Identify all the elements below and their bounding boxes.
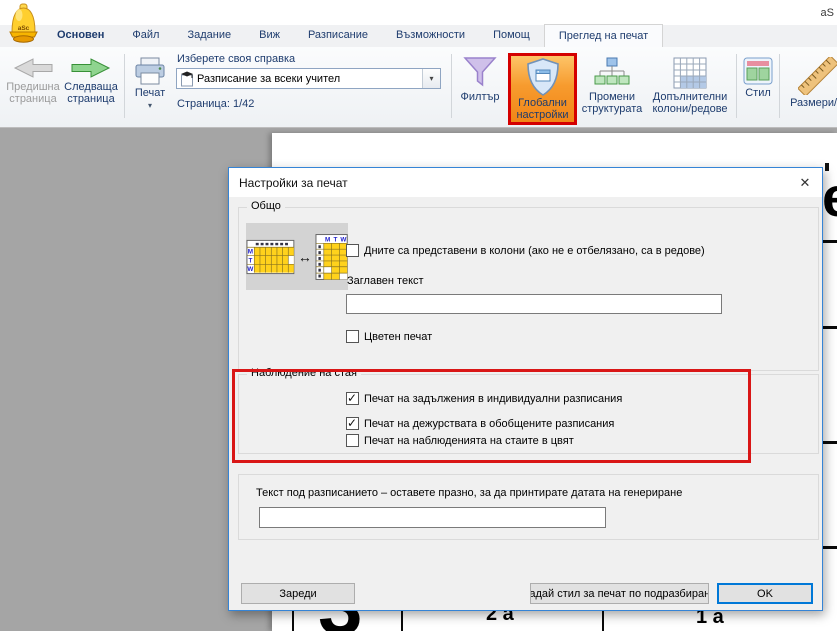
ok-button[interactable]: OK: [717, 583, 813, 604]
shield-settings-icon: [524, 57, 562, 97]
option-label: Печат на дежурствата в обобщените разпис…: [364, 418, 614, 430]
close-icon: ✕: [800, 175, 811, 191]
checkbox-box[interactable]: [346, 417, 359, 430]
tab-main[interactable]: Основен: [43, 25, 118, 47]
org-structure-icon: [592, 57, 632, 89]
next-page-button[interactable]: Следваща страница: [62, 51, 120, 105]
tab-file[interactable]: Файл: [118, 25, 173, 47]
svg-text:aSc: aSc: [18, 25, 30, 32]
sizes-label: Размери/ш: [782, 97, 837, 109]
close-button[interactable]: ✕: [788, 168, 822, 197]
report-dropdown-button[interactable]: ▾: [422, 69, 440, 88]
checkbox-box[interactable]: [346, 434, 359, 447]
toolbar-separator: [736, 54, 737, 118]
extra-columns-rows-label: Допълнителни колони/редове: [646, 91, 734, 115]
print-button[interactable]: Печат ▾: [128, 51, 172, 112]
print-dropdown-caret-icon[interactable]: ▾: [128, 100, 172, 112]
color-print-checkbox[interactable]: Цветен печат: [346, 330, 432, 343]
app-logo-bell-icon: aSc: [7, 3, 40, 44]
checkbox-box[interactable]: [346, 244, 359, 257]
general-group-label: Общо: [247, 200, 285, 212]
toolbar-separator: [451, 54, 452, 118]
global-settings-button[interactable]: Глобални настройки: [508, 53, 577, 125]
print-room-supervision-color-checkbox[interactable]: Печат на наблюденията на стаите в цвят: [346, 434, 574, 447]
tab-options[interactable]: Възможности: [382, 25, 479, 47]
svg-text:T: T: [333, 236, 337, 243]
window-title: aS: [821, 7, 834, 19]
dialog-title: Настройки за печат: [239, 176, 348, 190]
global-settings-label: Глобални настройки: [511, 97, 574, 121]
sizes-button[interactable]: Размери/ш: [782, 51, 837, 109]
swap-arrow-icon: ↔: [298, 249, 312, 265]
ruler-icon: [798, 57, 837, 95]
arrow-right-icon: [71, 57, 111, 79]
svg-text:W: W: [340, 236, 346, 243]
printer-icon: [134, 57, 166, 85]
print-duties-individual-checkbox[interactable]: Печат на задължения в индивидуални разпи…: [346, 392, 622, 405]
table-grid-icon: [673, 57, 707, 89]
tab-view[interactable]: Виж: [245, 25, 294, 47]
style-label: Стил: [739, 87, 777, 99]
footer-text-label: Текст под разписанието – оставете празно…: [256, 487, 682, 499]
report-picker-label: Изберете своя справка: [177, 53, 295, 65]
change-structure-button[interactable]: Промени структурата: [580, 51, 644, 115]
previous-page-button[interactable]: Предишна страница: [4, 51, 62, 105]
arrow-left-icon: [13, 57, 53, 79]
svg-text:W: W: [247, 266, 253, 273]
style-layout-icon: [743, 57, 773, 85]
svg-text:T: T: [248, 257, 252, 264]
report-selected-value: Разписание за всеки учител: [197, 73, 422, 85]
footer-text-input[interactable]: [259, 507, 606, 528]
tab-assignment[interactable]: Задание: [173, 25, 245, 47]
filter-button[interactable]: Филтър: [455, 51, 505, 103]
tab-help[interactable]: Помощ: [479, 25, 544, 47]
ribbon-toolbar: Предишна страница Следваща страница Печа…: [0, 47, 837, 128]
style-button[interactable]: Стил: [739, 51, 777, 99]
checkbox-box[interactable]: [346, 330, 359, 343]
report-doc-icon: [180, 71, 194, 87]
filter-funnel-icon: [463, 57, 497, 89]
toolbar-separator: [124, 54, 125, 118]
days-in-columns-icon: M T W: [315, 233, 348, 281]
app-window: aS aSc Основен Файл Задание Виж Разписан…: [0, 0, 837, 631]
dropdown-caret-icon: ▾: [429, 74, 433, 83]
tab-print-preview[interactable]: Преглед на печат: [544, 24, 663, 47]
print-duties-summary-checkbox[interactable]: Печат на дежурствата в обобщените разпис…: [346, 417, 614, 430]
next-page-label: Следваща страница: [62, 81, 120, 105]
previous-page-label: Предишна страница: [4, 81, 62, 105]
orientation-preview-panel: M T W ↔ M T W: [246, 223, 348, 290]
days-in-columns-label: Дните са представени в колони (ако не е …: [364, 245, 705, 257]
checkbox-box[interactable]: [346, 392, 359, 405]
option-label: Печат на наблюденията на стаите в цвят: [364, 435, 574, 447]
header-text-input[interactable]: [346, 294, 722, 314]
header-text-label: Заглавен текст: [347, 275, 424, 287]
load-button[interactable]: Зареди: [241, 583, 355, 604]
change-structure-label: Промени структурата: [580, 91, 644, 115]
svg-text:M: M: [325, 236, 330, 243]
filter-label: Филтър: [455, 91, 505, 103]
svg-text:M: M: [248, 248, 253, 255]
option-label: Печат на задължения в индивидуални разпи…: [364, 393, 622, 405]
page-indicator: Страница: 1/42: [177, 98, 254, 110]
color-print-label: Цветен печат: [364, 331, 432, 343]
print-settings-dialog: Настройки за печат ✕ Общо M T W ↔: [228, 167, 823, 611]
dialog-title-bar[interactable]: Настройки за печат ✕: [229, 168, 822, 197]
tab-timetable[interactable]: Разписание: [294, 25, 382, 47]
report-select[interactable]: Разписание за всеки учител ▾: [176, 68, 441, 89]
extra-columns-rows-button[interactable]: Допълнителни колони/редове: [646, 51, 734, 115]
days-in-rows-icon: M T W: [246, 237, 295, 277]
toolbar-separator: [779, 54, 780, 118]
days-in-columns-checkbox[interactable]: Дните са представени в колони (ако не е …: [346, 244, 705, 257]
room-supervision-group-label: Наблюдение на стая: [247, 367, 361, 379]
print-label: Печат: [128, 87, 172, 99]
set-default-style-button[interactable]: Задай стил за печат по подразбиране: [530, 583, 709, 604]
page-fragment-letter: е: [822, 164, 837, 229]
window-title-strip: aS: [0, 0, 837, 25]
ribbon-tab-bar: Основен Файл Задание Виж Разписание Възм…: [0, 25, 837, 47]
